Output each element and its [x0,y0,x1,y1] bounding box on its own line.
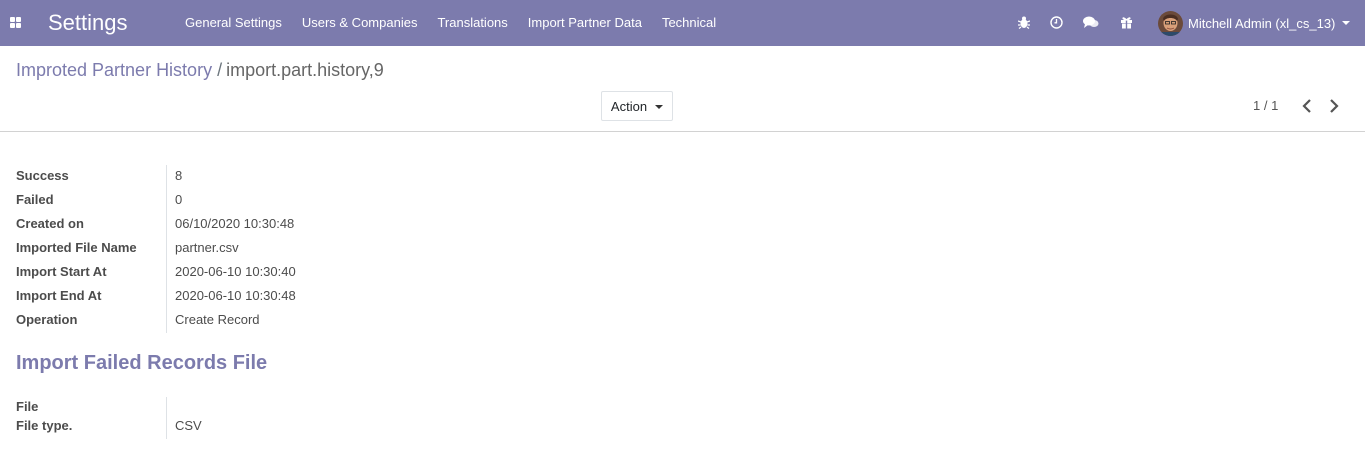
top-navbar: Settings General Settings Users & Compan… [0,0,1365,46]
field-label: Created on [16,215,84,231]
action-button-label: Action [610,98,648,114]
field-label: Operation [16,311,78,327]
field-row-failed: Failed 0 [16,187,296,211]
field-label: Imported File Name [16,239,137,255]
field-label: Success [16,167,69,183]
field-value: Create Record [175,311,260,327]
breadcrumb-separator: / [217,60,223,80]
pager-previous-button[interactable] [1301,98,1315,114]
bug-icon[interactable] [1016,13,1032,31]
menu-import-partner-data[interactable]: Import Partner Data [518,0,652,46]
field-row-import-end-at: Import End At 2020-06-10 10:30:48 [16,283,296,307]
breadcrumb-parent-link[interactable]: Improted Partner History [16,60,212,80]
control-panel-divider [0,131,1365,132]
clock-icon[interactable] [1048,13,1064,31]
menu-general-settings[interactable]: General Settings [175,0,292,46]
field-value: 06/10/2020 10:30:48 [175,215,295,231]
field-row-success: Success 8 [16,163,296,187]
field-label: Import Start At [16,263,107,279]
main-menu: General Settings Users & Companies Trans… [175,0,726,46]
menu-users-companies[interactable]: Users & Companies [292,0,428,46]
file-fields: File File type. CSV [16,397,202,435]
pager-value[interactable]: 1 / 1 [1253,98,1278,113]
user-menu[interactable]: Mitchell Admin (xl_cs_13) [1158,10,1351,36]
field-value: 8 [175,167,183,183]
action-dropdown-button[interactable]: Action [601,91,673,121]
field-label: File type. [16,418,73,433]
gift-icon[interactable] [1118,13,1134,31]
chevron-right-icon [1330,99,1339,113]
user-avatar [1158,10,1183,36]
field-row-file-type: File type. CSV [16,416,202,435]
field-label: Import End At [16,287,102,303]
field-row-file: File [16,397,202,416]
app-title[interactable]: Settings [48,10,128,36]
caret-down-icon [1342,21,1351,25]
field-row-created-on: Created on 06/10/2020 10:30:48 [16,211,296,235]
caret-down-icon [655,104,664,109]
apps-menu-icon[interactable] [10,17,22,29]
field-row-operation: Operation Create Record [16,307,296,331]
user-name: Mitchell Admin (xl_cs_13) [1188,15,1336,31]
field-label: Failed [16,191,54,207]
field-value: 2020-06-10 10:30:40 [175,263,296,279]
pager-next-button[interactable] [1328,98,1342,114]
chat-icon[interactable] [1083,13,1099,31]
field-value: 2020-06-10 10:30:48 [175,287,296,303]
field-row-imported-file-name: Imported File Name partner.csv [16,235,296,259]
field-label: File [16,399,39,414]
field-value: partner.csv [175,239,239,255]
field-row-import-start-at: Import Start At 2020-06-10 10:30:40 [16,259,296,283]
menu-translations[interactable]: Translations [427,0,517,46]
record-fields: Success 8 Failed 0 Created on 06/10/2020… [16,163,296,331]
section-title: Import Failed Records File [16,352,268,374]
breadcrumb-current: import.part.history,9 [226,60,384,80]
field-value: 0 [175,191,183,207]
menu-technical[interactable]: Technical [652,0,726,46]
breadcrumb: Improted Partner History / import.part.his… [16,59,384,81]
field-value: CSV [175,418,202,433]
chevron-left-icon [1302,99,1311,113]
